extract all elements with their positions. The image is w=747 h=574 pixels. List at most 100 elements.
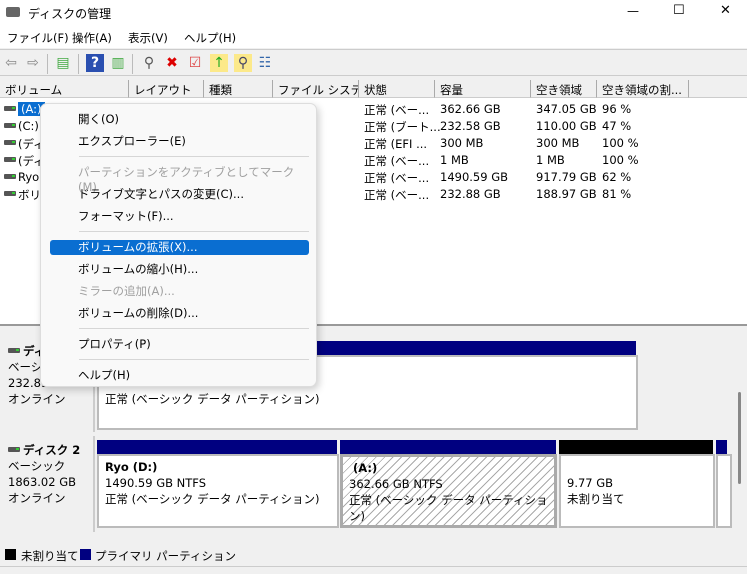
cell-free: 188.97 GB [536,187,597,201]
cell-free: 110.00 GB [536,119,597,133]
console-tree-icon[interactable]: ▤ [54,54,72,72]
partition-bar-unallocated [559,440,713,454]
search-icon[interactable]: ⚲ [234,54,252,72]
context-menu: 開く(O) エクスプローラー(E) パーティションをアクティブとしてマーク(M) ドラ… [40,103,317,387]
column-header-free-percent[interactable]: 空き領域の割... [597,80,689,98]
menu-item-shrink-volume[interactable]: ボリュームの縮小(H)... [50,262,309,277]
partition-status: 正常 (ベーシック データ パーティション) [105,492,320,506]
partition-status: 正常 (ベーシック データ パーティション) [105,392,320,406]
import-icon[interactable]: ↑ [210,54,228,72]
menu-help[interactable]: ヘルプ(H) [184,30,236,46]
close-button[interactable]: ✕ [720,3,731,18]
drive-icon [4,157,16,162]
legend-swatch-unallocated [5,549,16,560]
drive-icon [4,191,16,196]
vertical-scrollbar[interactable] [738,392,741,484]
column-header-status[interactable]: 状態 [359,80,435,98]
cell-volume: Ryo [18,170,40,184]
cell-capacity: 1490.59 GB [440,170,509,184]
properties-icon[interactable]: ☷ [256,54,274,72]
partition-size: 362.66 GB NTFS [349,477,443,491]
menu-separator [79,359,309,360]
cell-capacity: 1 MB [440,153,469,167]
drive-icon [4,106,16,111]
disk-name: ディスク 2 [23,443,81,457]
cell-capacity: 362.66 GB [440,102,501,116]
legend-primary: プライマリ パーティション [95,549,236,563]
menu-item-add-mirror: ミラーの追加(A)... [78,284,175,298]
disk-size: 1863.02 GB [8,475,77,489]
menu-item-extend-volume[interactable]: ボリュームの拡張(X)... [50,240,309,255]
toolbar: ⇦ ⇨ ▤ ? ▥ ⚲ ✖ ☑ ↑ ⚲ ☷ [0,49,747,76]
cell-status: 正常 (ベー... [364,188,430,202]
menu-separator [79,328,309,329]
partition-ryo-d[interactable]: Ryo (D:) 1490.59 GB NTFS 正常 (ベーシック データ パ… [97,454,339,528]
cell-free-percent: 47 % [602,119,632,133]
help-icon[interactable]: ? [86,54,104,72]
partition-bar-primary [97,440,337,454]
disk-state: オンライン [8,392,66,406]
partition-unallocated[interactable]: 9.77 GB 未割り当て [559,454,715,528]
cell-free-percent: 81 % [602,187,632,201]
disk-icon [8,447,20,452]
menu-item-format[interactable]: フォーマット(F)... [50,209,309,224]
disk-2-label[interactable]: ディスク 2 ベーシック 1863.02 GB オンライン [0,436,95,532]
forward-icon[interactable]: ⇨ [24,54,42,72]
cell-capacity: 232.58 GB [440,119,501,133]
partition-name: (A:) [349,461,378,475]
column-header-filesystem[interactable]: ファイル システム [273,80,359,98]
partition-name: Ryo (D:) [105,460,158,474]
partition-size: 1490.59 GB NTFS [105,476,207,490]
column-header-type[interactable]: 種類 [204,80,273,98]
menu-action[interactable]: 操作(A) [72,30,112,46]
cell-volume: ボリ [18,188,41,202]
menu-view[interactable]: 表示(V) [128,30,168,46]
menu-separator [79,231,309,232]
menu-separator [79,156,309,157]
partition-a-selected[interactable]: (A:) 362.66 GB NTFS 正常 (ベーシック データ パーティショ… [340,454,557,528]
minimize-button[interactable]: — [627,4,639,18]
cell-free-percent: 100 % [602,136,639,150]
cell-status: 正常 (EFI ... [364,137,428,151]
cell-status: 正常 (ブート... [364,120,441,134]
action-pane-icon[interactable]: ▥ [109,54,127,72]
column-header-layout[interactable]: レイアウト [129,80,204,98]
column-header-blank [689,80,747,98]
column-header-volume[interactable]: ボリューム [0,80,129,98]
partition-small[interactable] [716,454,732,528]
cell-volume: (C:) [18,119,39,133]
checklist-icon[interactable]: ☑ [186,54,204,72]
window-title: ディスクの管理 [28,7,112,21]
menu-file[interactable]: ファイル(F) [7,30,69,46]
partition-size: 9.77 GB [567,476,614,490]
partition-status: 正常 (ベーシック データ パーティション) [349,493,548,523]
drive-icon [4,174,16,179]
cell-status: 正常 (ベー... [364,171,430,185]
menu-item-delete-volume[interactable]: ボリュームの削除(D)... [50,306,309,321]
cell-status: 正常 (ベー... [364,103,430,117]
partition-bar-primary [716,440,727,454]
drive-icon [4,123,16,128]
partition-status: 未割り当て [567,492,625,506]
menu-item-properties[interactable]: プロパティ(P) [50,337,309,352]
column-header-capacity[interactable]: 容量 [435,80,531,98]
column-header-free[interactable]: 空き領域 [531,80,597,98]
cell-free: 347.05 GB [536,102,597,116]
maximize-button[interactable]: ☐ [673,3,685,18]
title-bar: ディスクの管理 — ☐ ✕ [0,0,747,26]
disk-type: ベーシック [8,459,66,473]
cell-capacity: 300 MB [440,136,484,150]
back-icon[interactable]: ⇦ [2,54,20,72]
disk-icon [8,348,20,353]
cell-free: 300 MB [536,136,580,150]
disk-management-icon [6,7,20,17]
menu-item-explorer[interactable]: エクスプローラー(E) [50,134,309,149]
menu-item-mark-active: パーティションをアクティブとしてマーク(M) [78,165,295,194]
menu-item-open[interactable]: 開く(O) [50,112,309,127]
delete-icon[interactable]: ✖ [163,54,181,72]
disk-state: オンライン [8,491,66,505]
menu-item-help[interactable]: ヘルプ(H) [50,368,309,383]
connect-drive-icon[interactable]: ⚲ [140,54,158,72]
cell-status: 正常 (ベー... [364,154,430,168]
menu-item-change-drive-letter[interactable]: ドライブ文字とパスの変更(C)... [50,187,309,202]
